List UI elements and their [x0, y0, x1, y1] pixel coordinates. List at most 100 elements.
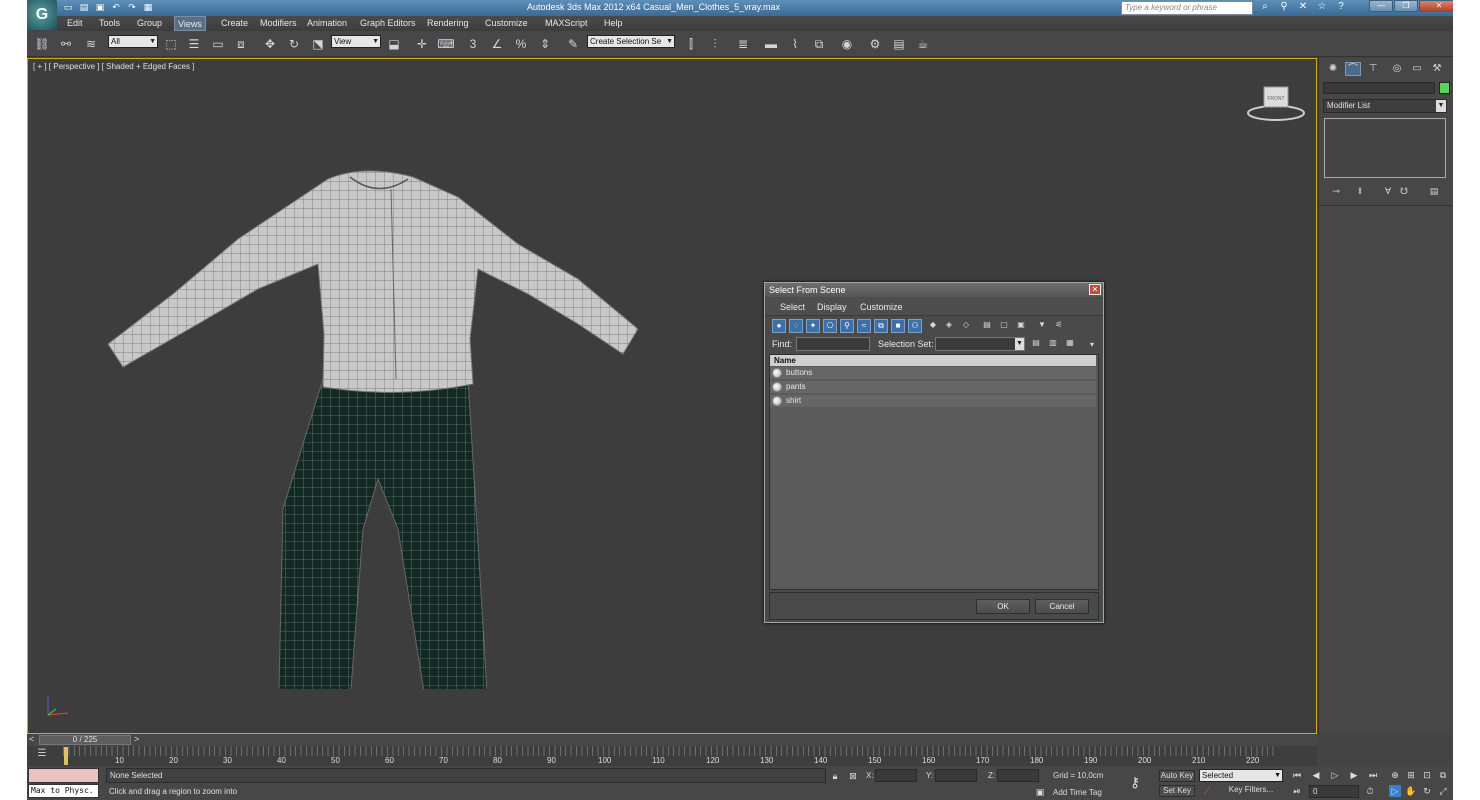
unlink-icon[interactable]: ⚯: [57, 35, 75, 53]
menu-modifiers[interactable]: Modifiers: [260, 18, 297, 28]
filter-shapes-icon[interactable]: ◌: [789, 319, 803, 333]
menu-animation[interactable]: Animation: [307, 18, 347, 28]
find-input[interactable]: [796, 337, 870, 351]
snaps-toggle-icon[interactable]: 3: [464, 35, 482, 53]
object-color-swatch[interactable]: [1439, 82, 1450, 94]
field-of-view-icon[interactable]: ▷: [1389, 785, 1401, 797]
motion-tab-icon[interactable]: ◎: [1389, 62, 1405, 76]
lock-selection-icon[interactable]: 🔒︎: [829, 770, 841, 782]
toolbar-overflow-icon[interactable]: ▾: [1085, 339, 1099, 353]
mini-curve-editor-icon[interactable]: ☰: [35, 748, 49, 762]
auto-key-button[interactable]: Auto Key: [1159, 770, 1195, 782]
filter-helpers-icon[interactable]: ⚲: [840, 319, 854, 333]
cancel-button[interactable]: Cancel: [1035, 599, 1089, 614]
menu-customize[interactable]: Customize: [485, 18, 528, 28]
maxscript-listener-output[interactable]: [28, 768, 99, 783]
maximize-viewport-icon[interactable]: ⤢: [1437, 785, 1449, 797]
absolute-mode-icon[interactable]: ⊠: [847, 770, 859, 782]
viewcube-icon[interactable]: FRONT: [1246, 83, 1306, 123]
key-set-dropdown[interactable]: Selected: [1199, 769, 1283, 782]
filter-lights-icon[interactable]: ✦: [806, 319, 820, 333]
configure-sets-icon[interactable]: ▤: [1427, 184, 1441, 198]
zoom-all-icon[interactable]: ⊞: [1405, 769, 1417, 781]
link-icon[interactable]: ⛓: [33, 35, 51, 53]
menu-tools[interactable]: Tools: [99, 18, 120, 28]
menu-group[interactable]: Group: [137, 18, 162, 28]
pan-icon[interactable]: ✋: [1405, 785, 1417, 797]
remove-from-selset-icon[interactable]: ▦: [1063, 337, 1077, 351]
app-logo-icon[interactable]: G: [27, 0, 57, 30]
modifier-stack[interactable]: [1324, 118, 1446, 178]
dialog-menu-display[interactable]: Display: [817, 302, 847, 312]
render-teapot-icon[interactable]: ☕: [914, 35, 932, 53]
reference-coord-dropdown[interactable]: View: [331, 35, 381, 48]
play-icon[interactable]: ▷: [1329, 769, 1341, 781]
display-influences-icon[interactable]: ▢: [997, 319, 1011, 333]
name-column-header[interactable]: Name: [770, 355, 1096, 366]
filter-cameras-icon[interactable]: ⎔: [823, 319, 837, 333]
go-to-start-icon[interactable]: ⏮: [1291, 769, 1303, 781]
menu-help[interactable]: Help: [604, 18, 623, 28]
z-coord-field[interactable]: [997, 769, 1039, 782]
list-item[interactable]: buttons: [770, 367, 1096, 380]
dialog-close-button[interactable]: ✕: [1089, 284, 1101, 295]
clothes-model[interactable]: [78, 109, 638, 689]
scale-icon[interactable]: ⬔: [309, 35, 327, 53]
zoom-icon[interactable]: ⊕: [1389, 769, 1401, 781]
pivot-center-icon[interactable]: ⬓: [385, 35, 403, 53]
menu-edit[interactable]: Edit: [67, 18, 83, 28]
selection-set-dropdown[interactable]: [935, 337, 1025, 351]
dialog-title-bar[interactable]: Select From Scene ✕: [765, 283, 1103, 297]
graphite-ribbon-icon[interactable]: ▬: [762, 35, 780, 53]
angle-snap-icon[interactable]: ∠: [488, 35, 506, 53]
time-config-icon[interactable]: ⏱: [1364, 785, 1376, 797]
redo-icon[interactable]: ↷: [126, 1, 138, 13]
make-unique-icon[interactable]: ∀: [1381, 184, 1395, 198]
orbit-icon[interactable]: ↻: [1421, 785, 1433, 797]
project-folder-icon[interactable]: ▦: [142, 1, 154, 13]
zoom-extents-all-icon[interactable]: ⧉: [1437, 769, 1449, 781]
restore-button[interactable]: ❐: [1394, 0, 1418, 12]
filter-funnel-icon[interactable]: ▼: [1035, 319, 1049, 333]
show-end-result-icon[interactable]: ‖: [1353, 184, 1367, 198]
create-selset-icon[interactable]: ▤: [1029, 337, 1043, 351]
select-manipulate-icon[interactable]: ✛: [413, 35, 431, 53]
render-setup-icon[interactable]: ⚙: [866, 35, 884, 53]
time-tag-icon[interactable]: ▣: [1034, 786, 1046, 798]
display-children-icon[interactable]: ▤: [980, 319, 994, 333]
keyword-search-input[interactable]: Type a keyword or phrase: [1121, 1, 1253, 15]
select-object-icon[interactable]: ⬚: [162, 35, 180, 53]
ok-button[interactable]: OK: [976, 599, 1030, 614]
curve-editor-icon[interactable]: ⌇: [786, 35, 804, 53]
window-crossing-icon[interactable]: ⧈: [232, 35, 250, 53]
menu-rendering[interactable]: Rendering: [427, 18, 469, 28]
list-item[interactable]: pants: [770, 381, 1096, 394]
current-frame-field[interactable]: 0: [1309, 785, 1359, 798]
schematic-view-icon[interactable]: ⧉: [810, 35, 828, 53]
named-selection-dropdown[interactable]: Create Selection Se: [587, 35, 675, 48]
menu-views[interactable]: Views: [174, 16, 206, 31]
key-filters-button[interactable]: Key Filters...: [1221, 785, 1281, 797]
percent-snap-icon[interactable]: %: [512, 35, 530, 53]
select-by-name-icon[interactable]: ☰: [185, 35, 203, 53]
pants-mesh[interactable]: [278, 378, 488, 689]
next-frame-icon[interactable]: ▶: [1348, 769, 1360, 781]
add-to-selset-icon[interactable]: ▥: [1046, 337, 1060, 351]
communication-icon[interactable]: ✕: [1297, 1, 1309, 13]
track-bar[interactable]: ☰ 10 20 30 40 50 60 70 80 90 100 110 120…: [27, 746, 1317, 766]
select-all-icon[interactable]: ◆: [926, 319, 940, 333]
rotate-icon[interactable]: ↻: [285, 35, 303, 53]
maxscript-mini-listener[interactable]: Max to Physc.: [28, 784, 99, 798]
rendered-frame-icon[interactable]: ▤: [890, 35, 908, 53]
filter-geometry-icon[interactable]: ●: [772, 319, 786, 333]
set-key-icon[interactable]: ⚷: [1130, 774, 1140, 791]
filter-bones-icon[interactable]: ⚇: [908, 319, 922, 333]
remove-modifier-icon[interactable]: ☋: [1397, 184, 1411, 198]
time-slider-thumb[interactable]: 0 / 225: [39, 735, 131, 745]
layer-manager-icon[interactable]: ≣: [734, 35, 752, 53]
timeline-ruler[interactable]: [63, 746, 1277, 756]
favorites-star-icon[interactable]: ☆: [1316, 1, 1328, 13]
previous-frame-icon[interactable]: ◀: [1310, 769, 1322, 781]
menu-graph-editors[interactable]: Graph Editors: [360, 18, 416, 28]
set-key-button[interactable]: Set Key: [1159, 785, 1195, 797]
